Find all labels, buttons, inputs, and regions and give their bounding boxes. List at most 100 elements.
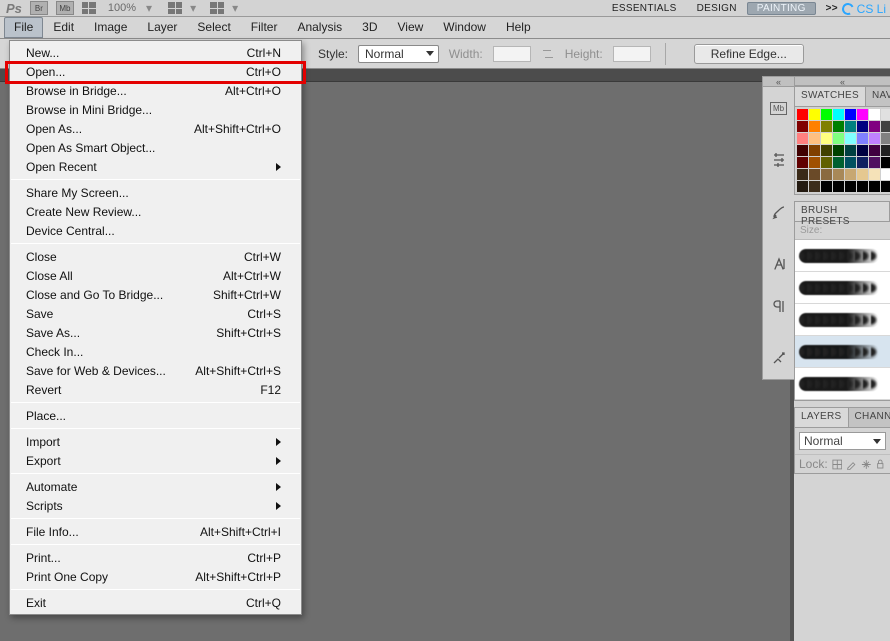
menu-item-open-as[interactable]: Open As...Alt+Shift+Ctrl+O (10, 119, 301, 138)
swatch[interactable] (833, 133, 844, 144)
style-select[interactable]: Normal (358, 45, 439, 63)
menu-item-save[interactable]: SaveCtrl+S (10, 304, 301, 323)
menu-select[interactable]: Select (187, 17, 240, 38)
arrange-icon[interactable] (168, 2, 182, 14)
swatch[interactable] (857, 145, 868, 156)
swatch[interactable] (821, 145, 832, 156)
menu-item-device-central[interactable]: Device Central... (10, 221, 301, 240)
swatch[interactable] (845, 121, 856, 132)
menu-item-save-for-web-devices[interactable]: Save for Web & Devices...Alt+Shift+Ctrl+… (10, 361, 301, 380)
swatch[interactable] (797, 181, 808, 192)
swatch[interactable] (821, 133, 832, 144)
swatch[interactable] (809, 133, 820, 144)
swatch[interactable] (833, 121, 844, 132)
workspace-design[interactable]: DESIGN (687, 2, 747, 15)
swatch[interactable] (869, 121, 880, 132)
swatch[interactable] (833, 145, 844, 156)
swatch[interactable] (857, 157, 868, 168)
menu-item-scripts[interactable]: Scripts (10, 496, 301, 515)
menu-item-open[interactable]: Open...Ctrl+O (10, 62, 301, 81)
swatch[interactable] (881, 157, 890, 168)
menu-item-open-as-smart-object[interactable]: Open As Smart Object... (10, 138, 301, 157)
swatch[interactable] (797, 109, 808, 120)
character-panel-icon[interactable] (765, 251, 793, 277)
swatch[interactable] (821, 157, 832, 168)
minibridge-icon[interactable]: Mb (56, 1, 74, 15)
menu-filter[interactable]: Filter (241, 17, 288, 38)
swatch[interactable] (881, 133, 890, 144)
tab-navigator[interactable]: NAV (866, 87, 890, 106)
swatch[interactable] (869, 145, 880, 156)
swatch[interactable] (809, 121, 820, 132)
swatch[interactable] (881, 121, 890, 132)
swatch[interactable] (809, 145, 820, 156)
tab-layers[interactable]: LAYERS (795, 408, 849, 427)
swatch[interactable] (809, 169, 820, 180)
swatch[interactable] (845, 145, 856, 156)
bridge-icon[interactable]: Br (30, 1, 48, 15)
menu-view[interactable]: View (387, 17, 433, 38)
swatch[interactable] (797, 145, 808, 156)
panels-collapse-icon[interactable]: « (794, 76, 890, 86)
swatch[interactable] (869, 181, 880, 192)
swatch[interactable] (857, 169, 868, 180)
cs-live-button[interactable]: CS Li (842, 2, 886, 16)
chevron-down-icon[interactable]: ▾ (146, 1, 152, 15)
workspace-essentials[interactable]: ESSENTIALS (602, 2, 687, 15)
swatch[interactable] (833, 109, 844, 120)
swatch[interactable] (881, 109, 890, 120)
brush-preset-item[interactable] (795, 272, 890, 304)
swatch[interactable] (869, 133, 880, 144)
workspace-more[interactable]: >> (816, 2, 836, 15)
swap-dimensions-icon[interactable] (541, 47, 555, 61)
swatch[interactable] (881, 181, 890, 192)
workspace-painting[interactable]: PAINTING (747, 2, 816, 15)
swatch[interactable] (797, 133, 808, 144)
menu-window[interactable]: Window (433, 17, 496, 38)
brush-preset-item[interactable] (795, 304, 890, 336)
swatch[interactable] (869, 157, 880, 168)
menu-item-import[interactable]: Import (10, 432, 301, 451)
tool-presets-icon[interactable] (765, 345, 793, 371)
screen-mode-icon[interactable] (210, 2, 224, 14)
tab-channels[interactable]: CHANN (849, 408, 890, 427)
swatch[interactable] (809, 109, 820, 120)
menu-item-browse-in-mini-bridge[interactable]: Browse in Mini Bridge... (10, 100, 301, 119)
swatch[interactable] (857, 121, 868, 132)
menu-item-close[interactable]: CloseCtrl+W (10, 247, 301, 266)
swatch[interactable] (797, 121, 808, 132)
swatch[interactable] (845, 169, 856, 180)
swatch[interactable] (845, 133, 856, 144)
brush-preset-item[interactable] (795, 336, 890, 368)
swatch[interactable] (881, 169, 890, 180)
menu-item-automate[interactable]: Automate (10, 477, 301, 496)
lock-pixels-icon[interactable] (846, 459, 857, 470)
menu-item-file-info[interactable]: File Info...Alt+Shift+Ctrl+I (10, 522, 301, 541)
menu-item-check-in[interactable]: Check In... (10, 342, 301, 361)
adjustments-icon[interactable] (765, 147, 793, 173)
blend-mode-select[interactable]: Normal (799, 432, 886, 450)
swatch[interactable] (857, 181, 868, 192)
lock-all-icon[interactable] (875, 459, 886, 470)
menu-item-close-and-go-to-bridge[interactable]: Close and Go To Bridge...Shift+Ctrl+W (10, 285, 301, 304)
menu-help[interactable]: Help (496, 17, 541, 38)
menu-edit[interactable]: Edit (43, 17, 84, 38)
brush-preset-item[interactable] (795, 368, 890, 400)
menu-item-print-one-copy[interactable]: Print One CopyAlt+Shift+Ctrl+P (10, 567, 301, 586)
swatch[interactable] (833, 157, 844, 168)
swatch[interactable] (797, 157, 808, 168)
swatch[interactable] (869, 169, 880, 180)
brush-preset-item[interactable] (795, 240, 890, 272)
menu-item-share-my-screen[interactable]: Share My Screen... (10, 183, 301, 202)
zoom-level[interactable]: 100% (108, 2, 136, 14)
paragraph-panel-icon[interactable] (765, 293, 793, 319)
lock-transparent-icon[interactable] (832, 459, 843, 470)
view-grid-icon[interactable] (82, 2, 96, 14)
menu-item-exit[interactable]: ExitCtrl+Q (10, 593, 301, 612)
swatch[interactable] (821, 109, 832, 120)
swatch[interactable] (821, 169, 832, 180)
swatch[interactable] (833, 181, 844, 192)
menu-3d[interactable]: 3D (352, 17, 387, 38)
swatch[interactable] (869, 109, 880, 120)
swatch[interactable] (821, 181, 832, 192)
